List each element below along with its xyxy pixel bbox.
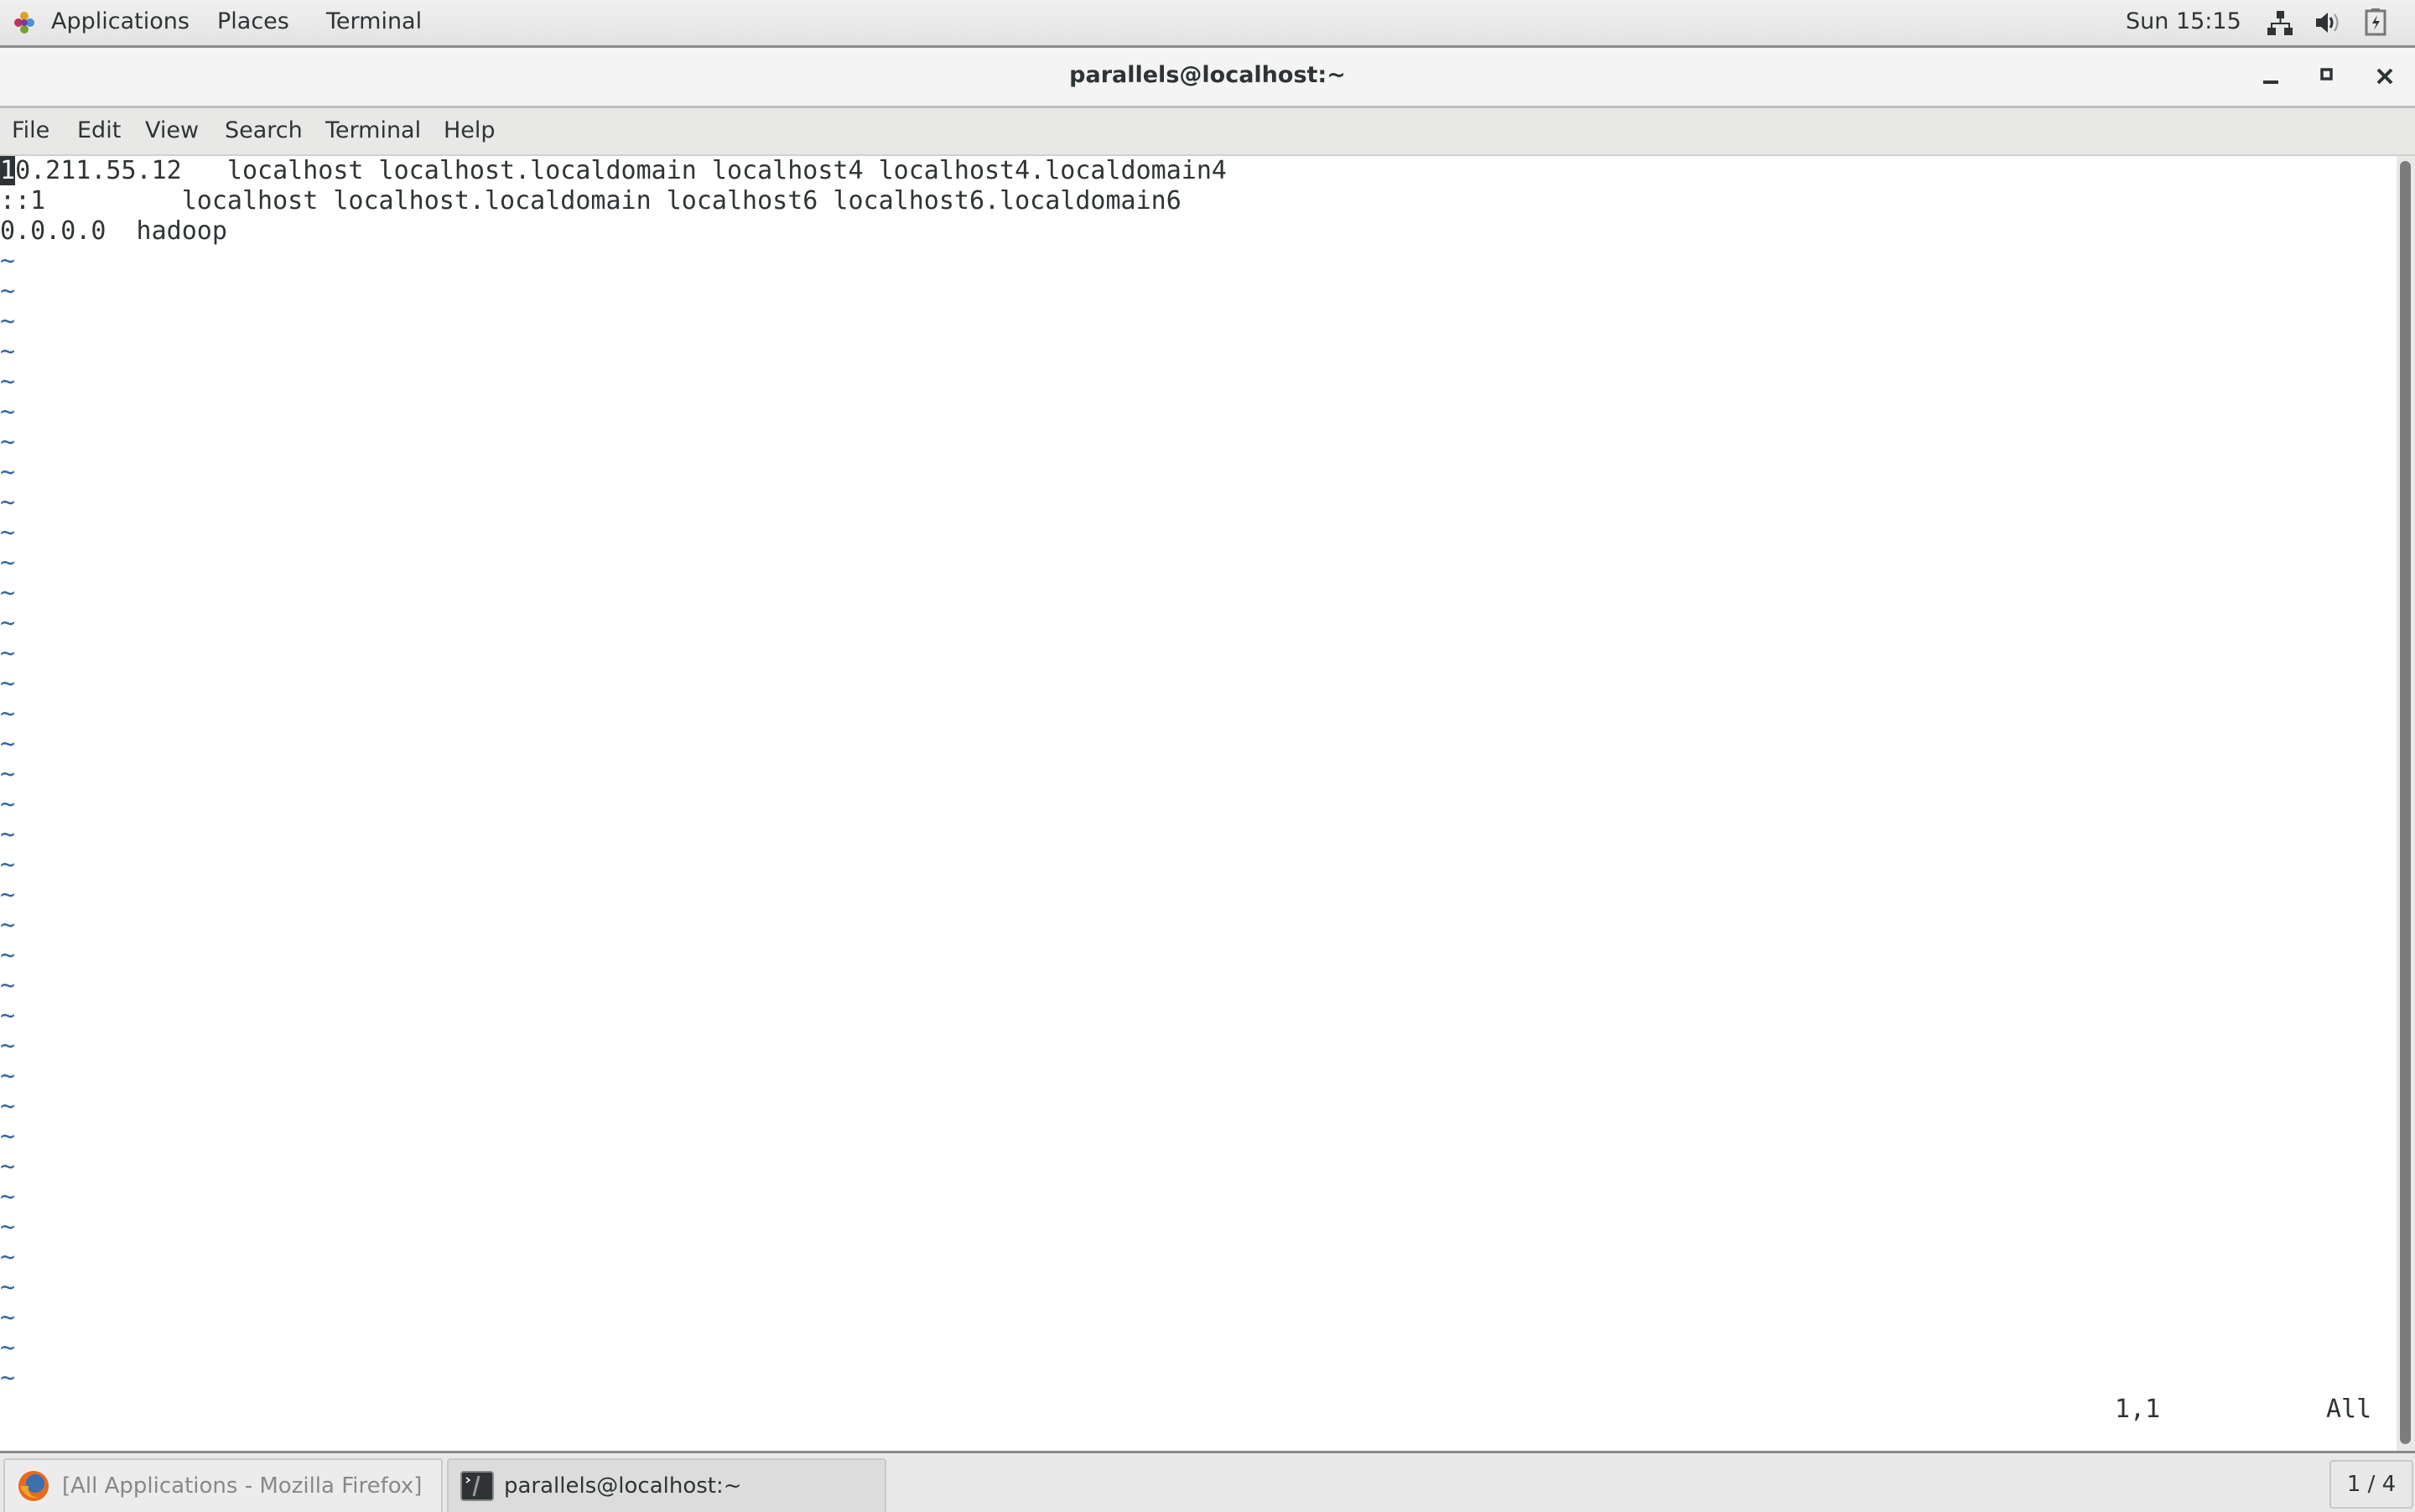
empty-line-marker: ~ [0,639,16,668]
close-icon [2376,68,2393,85]
empty-line-marker: ~ [0,1364,16,1393]
window-title: parallels@localhost:~ [1069,62,1346,88]
empty-line-marker: ~ [0,1122,16,1151]
empty-line-marker: ~ [0,1031,16,1061]
empty-line-marker: ~ [0,397,16,427]
firefox-icon [18,1471,49,1501]
empty-line-marker: ~ [0,941,16,970]
empty-line-marker: ~ [0,760,16,789]
menu-edit[interactable]: Edit [77,117,121,143]
empty-line-marker: ~ [0,458,16,487]
empty-line-marker: ~ [0,1182,16,1212]
empty-line-marker: ~ [0,247,16,276]
task-firefox[interactable]: [All Applications - Mozilla Firefox] [3,1458,443,1512]
top-panel: Applications Places Terminal Sun 15:15 [0,0,2415,48]
cursor: 1 [0,156,16,185]
maximize-icon [2320,68,2333,81]
empty-line-marker: ~ [0,428,16,457]
menu-terminal[interactable]: Terminal [325,117,421,143]
taskbar: [All Applications - Mozilla Firefox] par… [0,1451,2415,1512]
empty-line-marker: ~ [0,730,16,759]
empty-line-marker: ~ [0,820,16,850]
applications-menu[interactable]: Applications [51,8,190,34]
empty-line-marker: ~ [0,790,16,819]
empty-line-marker: ~ [0,699,16,729]
empty-line-marker: ~ [0,911,16,940]
places-menu[interactable]: Places [217,8,289,34]
menu-help[interactable]: Help [444,117,496,143]
empty-line-marker: ~ [0,609,16,638]
empty-line-marker: ~ [0,1303,16,1333]
minimize-icon [2263,81,2278,84]
empty-line-marker: ~ [0,1333,16,1363]
line-text: 0.211.55.12 localhost localhost.localdom… [15,156,1227,185]
terminal-content[interactable]: 10.211.55.12 localhost localhost.localdo… [0,156,2397,1451]
window-titlebar[interactable]: parallels@localhost:~ [0,48,2415,108]
editor-line-2: ::1 localhost localhost.localdomain loca… [0,186,1182,216]
editor-line-1: 10.211.55.12 localhost localhost.localdo… [0,156,1227,186]
maximize-button[interactable] [2313,61,2343,91]
empty-line-marker: ~ [0,277,16,306]
empty-line-marker: ~ [0,1092,16,1121]
menu-file[interactable]: File [12,117,49,143]
empty-line-marker: ~ [0,1152,16,1182]
task-terminal[interactable]: parallels@localhost:~ [447,1458,886,1512]
editor-line-3: 0.0.0.0 hadoop [0,216,227,246]
empty-line-marker: ~ [0,850,16,880]
menu-search[interactable]: Search [225,117,303,143]
cursor-position: 1,1 [2115,1395,2161,1424]
empty-line-marker: ~ [0,971,16,1000]
battery-icon[interactable] [2365,8,2386,42]
empty-line-marker: ~ [0,1001,16,1031]
empty-line-marker: ~ [0,881,16,910]
scrollbar-thumb[interactable] [2400,161,2411,1444]
empty-line-marker: ~ [0,548,16,578]
empty-line-marker: ~ [0,1213,16,1242]
empty-line-marker: ~ [0,579,16,608]
empty-line-marker: ~ [0,669,16,699]
task-label: parallels@localhost:~ [504,1473,742,1499]
menu-bar: File Edit View Search Terminal Help [0,108,2415,156]
terminal-app-menu[interactable]: Terminal [326,8,422,34]
minimize-button[interactable] [2256,61,2286,91]
empty-line-marker: ~ [0,1243,16,1272]
empty-line-marker: ~ [0,307,16,336]
workspace-switcher[interactable]: 1 / 4 [2329,1460,2413,1509]
scroll-status: All [2326,1395,2372,1424]
menu-view[interactable]: View [145,117,199,143]
empty-line-marker: ~ [0,367,16,397]
task-label: [All Applications - Mozilla Firefox] [62,1473,423,1499]
empty-line-marker: ~ [0,337,16,366]
close-button[interactable] [2370,61,2400,91]
empty-line-marker: ~ [0,488,16,517]
empty-line-marker: ~ [0,518,16,548]
empty-line-marker: ~ [0,1273,16,1302]
scrollbar[interactable] [2397,156,2415,1451]
gnome-logo-icon[interactable] [12,10,37,41]
network-icon[interactable] [2267,9,2293,42]
volume-icon[interactable] [2314,9,2341,42]
terminal-icon [460,1471,494,1501]
clock[interactable]: Sun 15:15 [2126,8,2241,34]
empty-line-marker: ~ [0,1062,16,1091]
